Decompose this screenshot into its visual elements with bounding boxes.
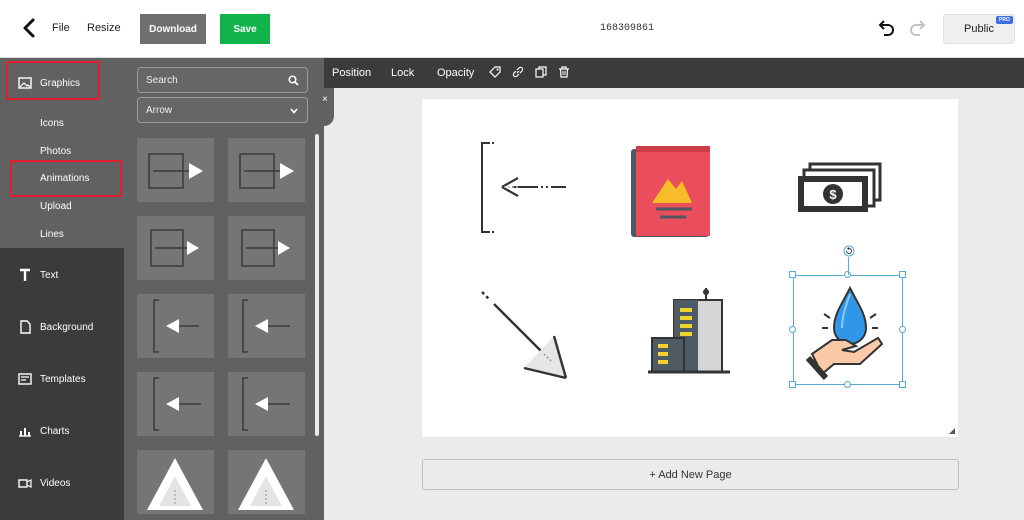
resize-grip-icon[interactable] — [949, 428, 955, 434]
selection-box — [793, 275, 903, 385]
back-arrow-icon[interactable] — [18, 16, 42, 40]
nav-label-text: Text — [40, 270, 59, 281]
triangle-arrow-icon — [238, 458, 294, 510]
buildings-graphic[interactable] — [644, 286, 734, 378]
document-id: 168309861 — [600, 23, 655, 34]
category-select[interactable]: Arrow — [137, 97, 308, 123]
background-icon — [20, 320, 31, 334]
arrow-graphic-thumbnail[interactable] — [228, 294, 305, 358]
nav-label-charts: Charts — [40, 426, 70, 437]
rotate-icon[interactable] — [843, 245, 855, 257]
nav-label-background: Background — [40, 322, 94, 333]
resize-handle[interactable] — [844, 381, 851, 388]
position-button[interactable]: Position — [332, 67, 371, 79]
download-button[interactable]: Download — [140, 14, 206, 44]
sub-item-lines[interactable]: Lines — [40, 229, 64, 240]
sub-item-upload[interactable]: Upload — [40, 201, 72, 212]
undo-icon[interactable] — [876, 19, 896, 39]
search-icon[interactable] — [288, 75, 299, 86]
resize-handle[interactable] — [899, 381, 906, 388]
chevron-down-icon — [290, 108, 298, 114]
resize-handle[interactable] — [899, 326, 906, 333]
tag-icon[interactable] — [489, 66, 501, 78]
redo-icon[interactable] — [908, 19, 928, 39]
file-menu[interactable]: File — [52, 22, 70, 34]
highlight-animations — [10, 160, 122, 197]
opacity-button[interactable]: Opacity — [437, 67, 474, 79]
search-input[interactable]: Search — [137, 67, 308, 93]
resize-handle[interactable] — [789, 381, 796, 388]
nav-item-videos[interactable]: Videos — [0, 472, 124, 496]
bracket-arrow-graphic[interactable] — [472, 138, 572, 236]
triangle-arrow-icon — [147, 458, 203, 510]
pro-badge: PRO — [996, 16, 1013, 24]
panel-scrollbar[interactable] — [315, 134, 319, 436]
resize-handle[interactable] — [789, 271, 796, 278]
arrow-box-icon — [239, 153, 294, 189]
search-placeholder: Search — [146, 75, 178, 86]
sub-item-photos[interactable]: Photos — [40, 146, 71, 157]
arrow-box-icon — [148, 153, 203, 189]
arrow-box-icon — [241, 229, 290, 267]
add-new-page-button[interactable]: + Add New Page — [422, 459, 959, 490]
category-value: Arrow — [146, 105, 173, 116]
nav-label-templates: Templates — [40, 374, 86, 385]
arrow-graphic-thumbnail[interactable] — [228, 372, 305, 436]
svg-text:$: $ — [829, 187, 837, 202]
element-toolbar: Position Lock Opacity — [324, 58, 1024, 88]
arrow-graphic-thumbnail[interactable] — [137, 138, 214, 202]
video-camera-icon — [18, 479, 32, 488]
arrow-graphic-thumbnail[interactable] — [137, 294, 214, 358]
close-icon[interactable]: × — [322, 94, 328, 105]
picture-book-graphic[interactable] — [628, 143, 714, 239]
arrow-graphic-thumbnail[interactable] — [137, 372, 214, 436]
chart-icon — [19, 428, 31, 437]
templates-icon — [18, 373, 32, 385]
sub-item-icons[interactable]: Icons — [40, 118, 64, 129]
save-button[interactable]: Save — [220, 14, 270, 44]
highlight-graphics — [6, 61, 100, 100]
resize-handle[interactable] — [789, 326, 796, 333]
duplicate-icon[interactable] — [535, 66, 547, 78]
resize-menu[interactable]: Resize — [87, 22, 121, 34]
lock-button[interactable]: Lock — [391, 67, 414, 79]
link-icon[interactable] — [512, 66, 524, 78]
arrow-graphic-thumbnail[interactable] — [228, 216, 305, 280]
left-navigation: Graphics Icons Photos Animations Upload … — [0, 58, 124, 520]
diagonal-arrow-graphic[interactable] — [478, 288, 574, 384]
nav-item-background[interactable]: Background — [0, 316, 124, 340]
nav-item-text[interactable]: Text — [0, 264, 124, 288]
bracket-arrow-left-icon — [153, 377, 201, 431]
nav-item-charts[interactable]: Charts — [0, 420, 124, 444]
arrow-graphic-thumbnail[interactable] — [228, 138, 305, 202]
graphics-panel: Search Arrow — [124, 58, 324, 520]
arrow-graphic-thumbnail[interactable] — [228, 450, 305, 514]
bracket-arrow-left-icon — [153, 299, 199, 353]
arrow-graphic-thumbnail[interactable] — [137, 216, 214, 280]
text-icon — [20, 268, 30, 281]
bracket-arrow-left-icon — [242, 377, 290, 431]
bracket-arrow-left-icon — [242, 299, 290, 353]
arrow-graphic-thumbnail[interactable] — [137, 450, 214, 514]
nav-label-videos: Videos — [40, 478, 71, 489]
rotate-connector — [848, 257, 849, 275]
arrow-box-icon — [150, 229, 199, 267]
money-stack-graphic[interactable]: $ — [796, 162, 882, 214]
top-bar: File Resize Download Save 168309861 Publ… — [0, 0, 1024, 58]
resize-handle[interactable] — [899, 271, 906, 278]
trash-icon[interactable] — [558, 66, 570, 78]
nav-item-templates[interactable]: Templates — [0, 368, 124, 392]
